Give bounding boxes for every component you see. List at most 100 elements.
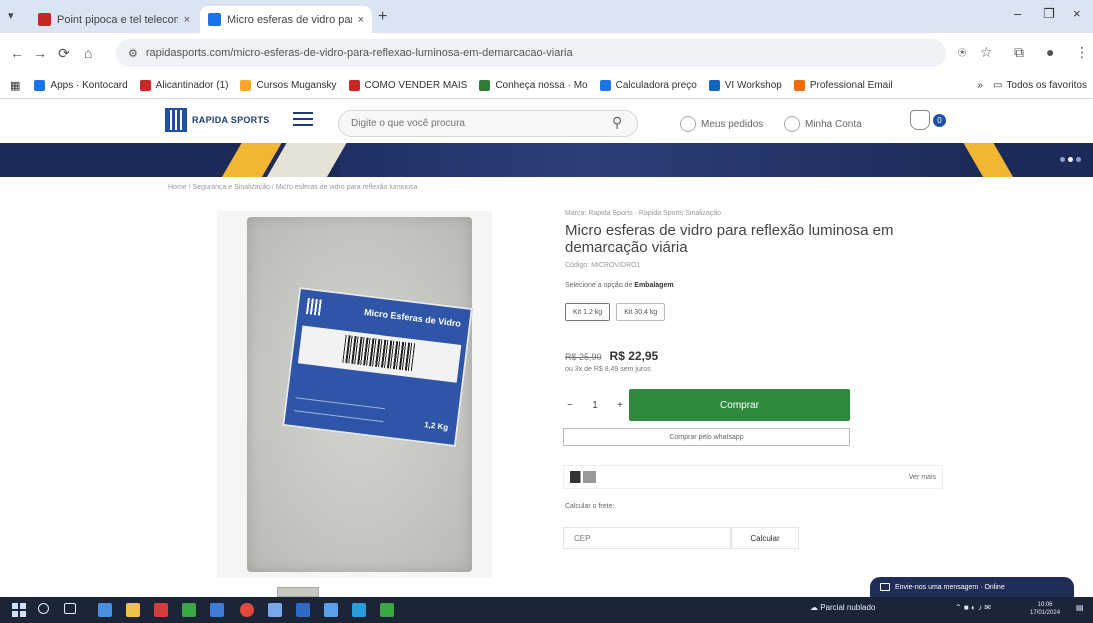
promo-banner[interactable] (0, 143, 1093, 177)
product-brand: Marca: Rapida Sports · Rapida Sports Sin… (565, 210, 722, 217)
edge-app-icon[interactable] (98, 603, 112, 617)
banner-background (340, 143, 960, 177)
whatsapp-buy-button[interactable]: Comprar pelo whatsapp (563, 428, 850, 446)
tab-2-close-icon[interactable]: × (358, 14, 364, 26)
bookmark-favicon-icon (240, 80, 252, 91)
translate-icon[interactable]: ⍟ (958, 44, 966, 61)
search-icon[interactable]: ⚲ (612, 114, 622, 131)
app-icon[interactable] (324, 603, 338, 617)
more-bookmarks-icon[interactable]: » (977, 80, 983, 91)
product-bag-photo: Micro Esferas de Vidro 1,2 Kg (247, 217, 473, 572)
back-button[interactable]: ← (10, 45, 24, 61)
search-input[interactable] (351, 118, 601, 129)
home-button[interactable]: ⌂ (84, 45, 92, 61)
office-app-icon[interactable] (154, 603, 168, 617)
weather-widget[interactable]: ☁ Parcial nublado (810, 603, 875, 612)
variant-option-kit-1-2kg[interactable]: Kit 1,2 kg (565, 303, 611, 321)
tab-2-label: Micro esferas de vidro para re (227, 13, 352, 26)
bookmark-favicon-icon (793, 80, 805, 91)
payment-more-link[interactable]: Ver mais (909, 474, 936, 481)
bookmark-item[interactable]: Cursos Mugansky (240, 80, 337, 91)
all-bookmarks[interactable]: » ▭ Todos os favoritos (977, 80, 1087, 91)
site-search (338, 110, 638, 137)
app-icon[interactable] (352, 603, 366, 617)
cep-input[interactable] (563, 527, 731, 549)
whatsapp-app-icon[interactable] (380, 603, 394, 617)
bookmark-label: Conheça nossa · Mo (495, 80, 588, 91)
bookmark-label: COMO VENDER MAIS (364, 80, 468, 91)
file-explorer-icon[interactable] (126, 603, 140, 617)
product-thumbnail[interactable] (277, 587, 319, 597)
banner-dot-active[interactable] (1068, 157, 1073, 162)
browser-menu-icon[interactable]: ⋮ (1075, 44, 1089, 61)
bookmark-label: Alicantinador (1) (155, 80, 229, 91)
cart-button[interactable]: 0 (910, 110, 946, 130)
apps-grid-icon[interactable]: ▦ (10, 79, 20, 92)
address-bar-url: rapidasports.com/micro-esferas-de-vidro-… (145, 47, 573, 59)
buy-button[interactable]: Comprar (629, 389, 850, 421)
menu-hamburger-icon[interactable] (293, 112, 313, 126)
banner-dot[interactable] (1060, 157, 1065, 162)
search-taskbar-icon[interactable] (38, 603, 49, 614)
banner-pagination (1060, 157, 1081, 162)
task-view-icon[interactable] (64, 603, 76, 614)
bookmark-item[interactable]: COMO VENDER MAIS (348, 80, 468, 91)
qty-value[interactable]: 1 (588, 400, 602, 411)
orders-link-label: Meus pedidos (701, 118, 764, 130)
bookmark-label: Apps · Kontocard (50, 80, 128, 91)
banner-dot[interactable] (1076, 157, 1081, 162)
chat-icon (880, 583, 890, 591)
chat-label: Envie-nos uma mensagem · Online (895, 583, 1005, 591)
excel-app-icon[interactable] (182, 603, 196, 617)
extensions-icon[interactable]: ⧉ (1014, 44, 1024, 61)
bookmark-item[interactable]: Conheça nossa · Mo (479, 80, 588, 91)
new-tab-button[interactable]: + (378, 8, 387, 26)
qty-increase-button[interactable]: + (613, 400, 627, 411)
system-tray-icons[interactable]: ⌃ ■ ◐ ♪ ✉ (955, 603, 991, 612)
app-icon[interactable] (296, 603, 310, 617)
bookmark-favicon-icon (708, 80, 720, 91)
bookmark-item[interactable]: Calculadora preço (599, 80, 697, 91)
bookmark-item[interactable]: Professional Email (793, 80, 893, 91)
address-bar[interactable]: ⚙ rapidasports.com/micro-esferas-de-vidr… (116, 39, 946, 67)
bookmark-item[interactable]: VI Workshop (708, 80, 782, 91)
qty-decrease-button[interactable]: − (563, 400, 577, 411)
windows-start-icon[interactable] (12, 603, 26, 617)
profile-icon[interactable]: ● (1046, 44, 1054, 60)
cart-icon (910, 110, 930, 130)
notepad-app-icon[interactable] (268, 603, 282, 617)
bookmark-star-icon[interactable]: ☆ (980, 44, 993, 61)
notifications-icon[interactable]: ▤ (1076, 603, 1084, 612)
breadcrumb[interactable]: Home / Segurança e Sinalização / Micro e… (168, 184, 417, 191)
maximize-button[interactable]: ❐ (1043, 6, 1055, 22)
chrome-app-icon[interactable] (240, 603, 254, 617)
browser-tab-2[interactable]: Micro esferas de vidro para re × (200, 6, 372, 33)
tab-1-close-icon[interactable]: × (184, 14, 190, 26)
folder-icon: ▭ (992, 80, 1003, 91)
calculate-shipping-button[interactable]: Calcular (731, 527, 799, 549)
forward-button[interactable]: → (33, 45, 47, 61)
tab-search-button[interactable]: ▾ (8, 9, 14, 22)
window-close-button[interactable]: × (1073, 6, 1081, 21)
app-icon[interactable] (210, 603, 224, 617)
variant-options: Kit 1,2 kg Kit 30,4 kg (565, 303, 666, 321)
orders-link[interactable]: Meus pedidos (680, 116, 763, 132)
site-logo[interactable]: RAPIDA SPORTS (165, 108, 270, 132)
bookmark-favicon-icon (348, 80, 360, 91)
weather-label: Parcial nublado (820, 603, 876, 612)
bookmark-item[interactable]: Alicantinador (1) (139, 80, 229, 91)
bookmark-item[interactable]: Apps · Kontocard (34, 80, 128, 91)
chat-widget[interactable]: Envie-nos uma mensagem · Online (870, 577, 1074, 597)
account-link-label: Minha Conta (805, 118, 862, 130)
price-block: R$ 25,90 R$ 22,95 (565, 349, 658, 363)
minimize-button[interactable]: – (1014, 6, 1021, 21)
variant-option-kit-30-4kg[interactable]: Kit 30,4 kg (616, 303, 666, 321)
account-link[interactable]: Minha Conta (784, 116, 862, 132)
reload-button[interactable]: ⟳ (58, 45, 70, 62)
browser-tab-1[interactable]: Point pipoca e tel telecom SRL × (30, 6, 198, 33)
site-info-icon[interactable]: ⚙ (128, 47, 138, 60)
bag-logo-icon (305, 298, 322, 316)
variant-select-bold: Embalagem (634, 282, 674, 289)
clock[interactable]: 10:06 17/01/2024 (1030, 601, 1060, 617)
product-image[interactable]: Micro Esferas de Vidro 1,2 Kg (217, 211, 492, 578)
